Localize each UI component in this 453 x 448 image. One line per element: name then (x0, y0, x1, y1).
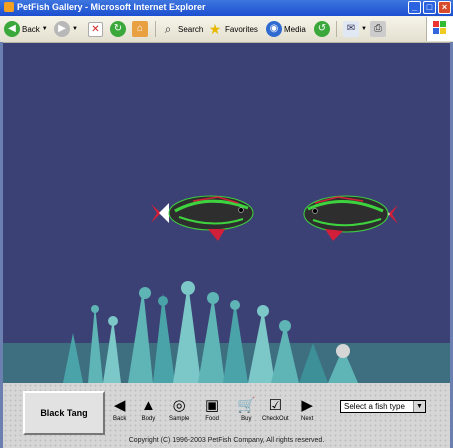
printer-icon: ⎙ (370, 21, 386, 37)
minimize-button[interactable]: _ (408, 1, 421, 14)
forward-arrow-icon: ▶ (54, 21, 70, 37)
nav-buy-label: Buy (241, 416, 252, 422)
nav-body-label: Body (141, 416, 156, 422)
fish-body-icon: ▲ (141, 397, 156, 414)
cart-icon: 🛒 (237, 397, 256, 414)
coral-reef (3, 281, 450, 383)
search-button[interactable]: ⌕ Search (160, 20, 204, 38)
left-arrow-icon: ◀ (113, 397, 126, 414)
mail-icon: ✉ (343, 21, 359, 37)
favorites-button[interactable]: ★ Favorites (207, 20, 258, 38)
food-icon: ▣ (205, 397, 220, 414)
nav-next[interactable]: ▶ Next (301, 396, 313, 422)
nav-food[interactable]: ▣ Food (205, 396, 219, 422)
nav-back[interactable]: ◀ Back (113, 396, 126, 422)
fish-name-button[interactable]: Black Tang (23, 391, 105, 435)
windows-flag-icon (433, 21, 446, 34)
nav-body[interactable]: ▲ Body (141, 396, 156, 422)
home-button[interactable]: ⌂ (132, 20, 150, 38)
mail-button[interactable]: ✉ ▼ (343, 20, 367, 38)
history-button[interactable]: ↺ (314, 20, 332, 38)
search-icon: ⌕ (164, 22, 172, 36)
ie-app-icon (4, 2, 14, 12)
aquarium-view (3, 43, 450, 383)
nav-sample-label: Sample (169, 416, 190, 422)
copyright-text: Copyright (C) 1996-2003 PetFish Company,… (128, 437, 325, 444)
nav-checkout-label: CheckOut (262, 416, 289, 422)
fish-left (151, 195, 254, 241)
back-dropdown-icon: ▼ (41, 26, 48, 32)
forward-dropdown-icon: ▼ (72, 26, 78, 32)
windows-logo (426, 17, 453, 41)
refresh-button[interactable]: ↻ (110, 20, 128, 38)
media-button[interactable]: ◉ Media (266, 20, 306, 38)
nav-checkout[interactable]: ☑ CheckOut (262, 396, 289, 422)
star-icon: ★ (208, 21, 222, 37)
back-button[interactable]: ◀ Back ▼ (4, 20, 48, 38)
toolbar-separator (155, 21, 156, 37)
stop-button[interactable]: ✕ (88, 20, 105, 38)
favorites-label: Favorites (225, 24, 258, 34)
fish-right (303, 195, 398, 241)
refresh-icon: ↻ (110, 21, 126, 37)
nav-food-label: Food (205, 416, 219, 422)
title-bar: PetFish Gallery - Microsoft Internet Exp… (0, 0, 453, 16)
print-button[interactable]: ⎙ (370, 20, 388, 38)
sample-icon: ◎ (172, 397, 186, 414)
nav-next-label: Next (301, 416, 314, 422)
checkout-icon: ☑ (268, 397, 283, 414)
chevron-down-icon: ▼ (413, 401, 425, 412)
nav-buy[interactable]: 🛒 Buy (237, 396, 256, 422)
media-icon: ◉ (266, 21, 282, 37)
nav-sample[interactable]: ◎ Sample (169, 396, 189, 422)
gallery-control-panel: Black Tang ◀ Back ▲ Body ◎ Sample ▣ Food… (3, 383, 450, 448)
stop-icon: ✕ (88, 21, 103, 37)
maximize-button[interactable]: □ (423, 1, 436, 14)
fish-type-select-value: Select a fish type (344, 402, 405, 411)
media-label: Media (284, 24, 306, 34)
back-arrow-icon: ◀ (4, 21, 20, 37)
window-title: PetFish Gallery - Microsoft Internet Exp… (17, 2, 206, 12)
close-button[interactable]: × (438, 1, 451, 14)
search-label: Search (178, 24, 204, 34)
history-icon: ↺ (314, 21, 330, 37)
nav-back-label: Back (113, 416, 127, 422)
right-arrow-icon: ▶ (301, 397, 313, 414)
browser-toolbar: ◀ Back ▼ ▶ ▼ ✕ ↻ ⌂ ⌕ Search ★ Favorites … (0, 16, 453, 43)
home-icon: ⌂ (132, 21, 148, 37)
toolbar-separator (336, 21, 337, 37)
mail-dropdown-icon: ▼ (361, 26, 367, 32)
fish-type-select[interactable]: Select a fish type ▼ (340, 400, 426, 413)
aquarium-scene (3, 195, 450, 383)
back-label: Back (22, 24, 40, 34)
forward-button[interactable]: ▶ ▼ (54, 20, 78, 38)
